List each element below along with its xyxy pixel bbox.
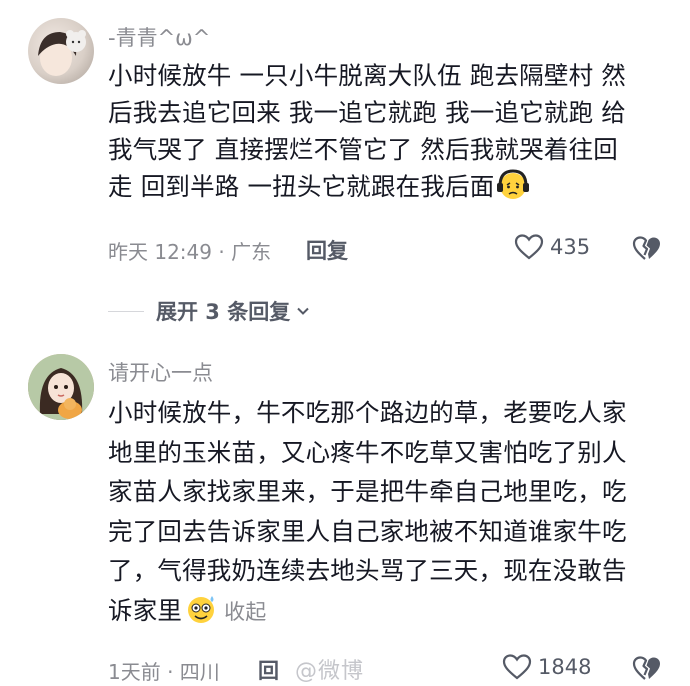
comment-line: 家苗人家找家里来，于是把牛牵自己地里吃，吃 (108, 477, 627, 506)
username[interactable]: 请开心一点 (108, 357, 213, 387)
comment-line: 地里的玉米苗，又心疼牛不吃草又害怕吃了别人 (108, 437, 627, 467)
collapse-button[interactable]: 收起 (224, 600, 266, 624)
comment-line: 诉家里 (108, 595, 183, 625)
like-button[interactable]: 1848 (502, 653, 591, 681)
watermark: @微博 (295, 659, 365, 684)
like-count: 1848 (538, 655, 592, 679)
comment-line: 了，气得我奶连续去地头骂了三天，现在没敢告 (108, 556, 627, 585)
like-button[interactable]: 435 (514, 233, 590, 261)
crying-face-with-headphones-icon (496, 168, 530, 202)
comment-meta: 1天前 · 四川 (108, 660, 220, 684)
chevron-down-icon (297, 307, 309, 315)
comment-line: 后我去追它回来 我一追它就跑 我一追它就跑 给 (108, 98, 626, 127)
comment-meta: 昨天 12:49 · 广东 (108, 240, 272, 264)
comment-item: -青青^ω^ 小时候放牛 一只小牛脱离大队伍 跑去隔壁村 然 后我去追它回来 我… (0, 0, 690, 340)
comment-line: 完了回去告诉家里人自己家地被不知道谁家牛吃 (108, 516, 627, 546)
comment-line: 走 回到半路 一扭头它就跟在我后面 (108, 172, 495, 201)
reply-button[interactable]: 回 (258, 655, 279, 685)
broken-heart-icon[interactable] (632, 655, 662, 683)
comment-text: 小时候放牛 一只小牛脱离大队伍 跑去隔壁村 然 后我去追它回来 我一追它就跑 我… (108, 57, 668, 205)
username[interactable]: -青青^ω^ (108, 22, 210, 52)
sweat-smile-face-icon (184, 592, 218, 626)
broken-heart-icon[interactable] (632, 235, 662, 263)
comment-item: 请开心一点 小时候放牛，牛不吃那个路边的草，老要吃人家 地里的玉米苗，又心疼牛不… (0, 340, 690, 686)
avatar[interactable] (28, 18, 94, 84)
heart-icon (502, 654, 532, 680)
like-count: 435 (550, 235, 591, 259)
comment-line: 小时候放牛 一只小牛脱离大队伍 跑去隔壁村 然 (108, 61, 626, 90)
avatar[interactable] (28, 354, 94, 420)
comment-text: 小时候放牛，牛不吃那个路边的草，老要吃人家 地里的玉米苗，又心疼牛不吃草又害怕吃… (108, 393, 668, 632)
divider (108, 310, 144, 312)
reply-button[interactable]: 回复 (306, 235, 348, 265)
comment-line: 小时候放牛，牛不吃那个路边的草，老要吃人家 (108, 398, 627, 427)
heart-icon (514, 234, 544, 260)
expand-replies-label: 展开 3 条回复 (156, 300, 291, 324)
comment-line: 我气哭了 直接摆烂不管它了 然后我就哭着往回 (108, 135, 618, 164)
expand-replies-button[interactable]: 展开 3 条回复 (108, 296, 312, 326)
